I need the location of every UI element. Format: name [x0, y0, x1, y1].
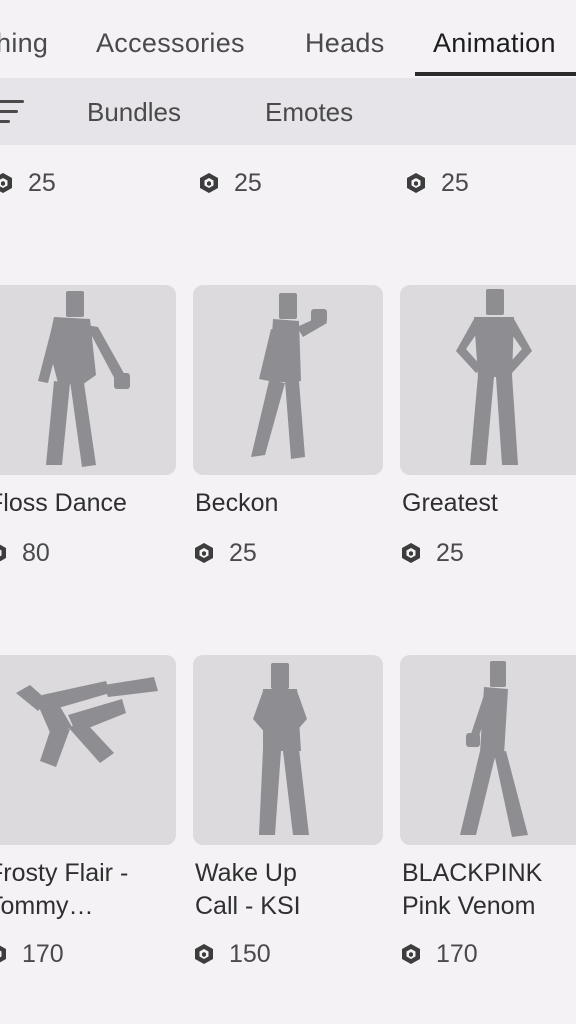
tab-clothing[interactable]: hing: [0, 28, 48, 59]
item-name[interactable]: Wake Up Call - KSI: [195, 857, 395, 923]
item-price: 25: [405, 168, 469, 198]
item-price: 25: [198, 168, 262, 198]
robux-icon: [200, 173, 218, 193]
item-price: 150: [193, 939, 271, 969]
subtab-bundles[interactable]: Bundles: [87, 97, 181, 128]
item-thumbnail[interactable]: [0, 655, 176, 845]
tab-animation[interactable]: Animation: [433, 28, 556, 59]
category-tabs: hing Accessories Heads Animation: [0, 0, 576, 78]
item-price: 25: [193, 538, 257, 568]
item-thumbnail[interactable]: [193, 285, 383, 475]
item-thumbnail[interactable]: [400, 285, 576, 475]
wake-up-call-figure-icon: [253, 663, 309, 835]
robux-icon: [407, 173, 425, 193]
robux-icon: [402, 944, 420, 964]
robux-icon: [0, 544, 6, 562]
robux-icon: [195, 944, 213, 964]
item-name[interactable]: Beckon: [195, 487, 395, 520]
item-price: 25: [400, 538, 464, 568]
item-name[interactable]: Floss Dance: [0, 487, 188, 520]
subcategory-bar: Bundles Emotes: [0, 78, 576, 145]
robux-icon: [402, 543, 420, 563]
tab-accessories[interactable]: Accessories: [96, 28, 245, 59]
filter-icon[interactable]: [0, 98, 26, 126]
item-name[interactable]: Frosty Flair - Tommy…: [0, 857, 188, 923]
item-name[interactable]: BLACKPINK Pink Venom: [402, 857, 576, 923]
frosty-flair-figure-icon: [16, 677, 158, 767]
floss-dance-figure-icon: [38, 291, 130, 467]
beckon-figure-icon: [251, 293, 327, 459]
item-thumbnail[interactable]: [193, 655, 383, 845]
item-thumbnail[interactable]: [0, 285, 176, 475]
subtab-emotes[interactable]: Emotes: [265, 97, 353, 128]
item-price: 170: [400, 939, 478, 969]
robux-icon: [0, 173, 12, 193]
pink-venom-figure-icon: [460, 661, 528, 837]
robux-icon: [0, 945, 6, 963]
item-price: 80: [0, 538, 50, 568]
item-name[interactable]: Greatest: [402, 487, 576, 520]
robux-icon: [195, 543, 213, 563]
item-price: 25: [0, 168, 56, 198]
item-thumbnail[interactable]: [400, 655, 576, 845]
tab-heads[interactable]: Heads: [305, 28, 385, 59]
active-tab-indicator: [415, 72, 576, 76]
item-price: 170: [0, 939, 64, 969]
greatest-figure-icon: [456, 289, 532, 465]
catalog-page: hing Accessories Heads Animation Bundles…: [0, 0, 576, 1024]
